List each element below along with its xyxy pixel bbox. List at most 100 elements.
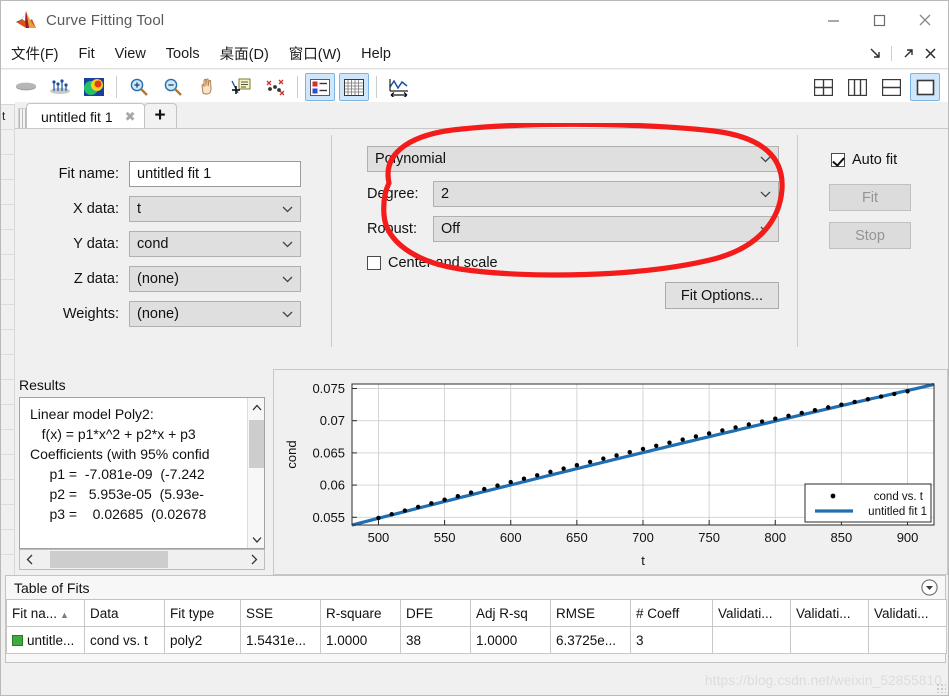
x-data-select[interactable]: t [129, 196, 301, 222]
grid-toggle-icon[interactable] [339, 73, 369, 101]
scroll-left-icon[interactable] [20, 550, 39, 569]
column-header[interactable]: SSE [240, 599, 321, 627]
table-row[interactable]: untitle... cond vs. t poly2 1.5431e... 1.000… [6, 626, 947, 654]
scroll-down-icon[interactable] [248, 530, 264, 548]
curve-fitting-tool-window: Curve Fitting Tool 文件(F) Fit View Tools … [0, 0, 949, 696]
data-point [402, 508, 408, 513]
column-header[interactable]: # Coeff [630, 599, 713, 627]
table-cell[interactable]: 38 [400, 626, 471, 654]
chevron-down-icon [760, 221, 771, 237]
menu-help[interactable]: Help [351, 44, 401, 64]
layout-single-pane-icon[interactable] [910, 73, 940, 101]
hscroll-track[interactable] [39, 550, 245, 569]
tab-close-icon[interactable]: ✖ [125, 110, 136, 123]
results-vertical-scrollbar[interactable] [247, 398, 264, 548]
column-header[interactable]: R-square [320, 599, 401, 627]
data-cursor-icon[interactable] [226, 73, 256, 101]
dock-arrow-icon[interactable] [865, 43, 885, 65]
add-fit-tab-button[interactable]: + [143, 103, 177, 129]
x-tick-label: 500 [368, 530, 390, 545]
scroll-up-icon[interactable] [248, 398, 264, 416]
stop-button[interactable]: Stop [829, 222, 911, 249]
column-header[interactable]: Fit na... ▲ [6, 599, 85, 627]
checkbox-box [367, 256, 381, 270]
layout-two-column-icon[interactable] [842, 73, 872, 101]
residuals-plot-icon[interactable] [45, 73, 75, 101]
column-header[interactable]: DFE [400, 599, 471, 627]
fit-name-input[interactable]: untitled fit 1 [129, 161, 301, 187]
menu-view[interactable]: View [105, 44, 156, 64]
layout-two-row-icon[interactable] [876, 73, 906, 101]
table-cell[interactable]: 1.5431e... [240, 626, 321, 654]
table-header-row[interactable]: Fit na... ▲ Data Fit type SSE R-square DFE Adj … [6, 599, 947, 627]
fit-plot[interactable]: 500 550 600 650 700 750 800 850 900 0.055 0.06 0.06… [274, 370, 947, 574]
close-panel-icon[interactable] [920, 43, 940, 65]
tab-untitled-fit-1[interactable]: untitled fit 1 ✖ [26, 103, 145, 129]
weights-select[interactable]: (none) [129, 301, 301, 327]
minimize-icon[interactable] [810, 1, 856, 39]
column-header[interactable]: RMSE [550, 599, 631, 627]
column-header[interactable]: Validati... [868, 599, 947, 627]
hscrollbar-thumb[interactable] [50, 551, 168, 568]
legend-toggle-icon[interactable] [305, 73, 335, 101]
auto-fit-checkbox[interactable]: Auto fit [831, 152, 897, 168]
y-tick-label: 0.055 [312, 510, 345, 525]
menu-desktop[interactable]: 桌面(D) [210, 41, 279, 66]
y-data-value: cond [137, 236, 169, 252]
fit-model-select[interactable]: Polynomial [367, 146, 779, 172]
column-header[interactable]: Fit type [164, 599, 241, 627]
y-data-row: Y data: cond [23, 231, 301, 257]
table-cell[interactable] [790, 626, 869, 654]
menu-fit[interactable]: Fit [69, 44, 105, 64]
zoom-out-icon[interactable] [158, 73, 188, 101]
table-cell[interactable]: untitle... [6, 626, 85, 654]
maximize-icon[interactable] [856, 1, 902, 39]
z-data-select[interactable]: (none) [129, 266, 301, 292]
column-header[interactable]: Adj R-sq [470, 599, 551, 627]
pan-icon[interactable] [192, 73, 222, 101]
fit-plot-panel[interactable]: 500 550 600 650 700 750 800 850 900 0.055 0.06 0.06… [273, 369, 948, 575]
fit-button[interactable]: Fit [829, 184, 911, 211]
left-docked-strip[interactable]: t [1, 105, 15, 575]
table-cell[interactable]: 6.3725e... [550, 626, 631, 654]
scrollbar-thumb[interactable] [249, 420, 264, 468]
data-point [706, 431, 712, 436]
table-cell[interactable]: 3 [630, 626, 713, 654]
table-cell[interactable]: 1.0000 [320, 626, 401, 654]
data-point [482, 486, 487, 492]
column-header[interactable]: Validati... [712, 599, 791, 627]
robust-select[interactable]: Off [433, 216, 779, 242]
axis-limits-icon[interactable] [384, 73, 414, 101]
table-cell[interactable]: poly2 [164, 626, 241, 654]
close-icon[interactable] [902, 1, 948, 39]
table-of-fits-panel: Table of Fits Fit na... ▲ Data Fit type SSE R… [5, 575, 947, 663]
undock-arrow-icon[interactable] [898, 43, 918, 65]
results-textbox[interactable]: Linear model Poly2: f(x) = p1*x^2 + p2*x… [19, 397, 265, 549]
menu-tools[interactable]: Tools [156, 44, 210, 64]
scroll-right-icon[interactable] [245, 550, 264, 569]
data-point [746, 422, 752, 427]
surface-plot-icon[interactable] [11, 73, 41, 101]
table-cell[interactable]: cond vs. t [84, 626, 165, 654]
contour-plot-icon[interactable] [79, 73, 109, 101]
table-cell[interactable] [868, 626, 947, 654]
center-and-scale-checkbox[interactable]: Center and scale [367, 255, 498, 271]
degree-select[interactable]: 2 [433, 181, 779, 207]
y-data-select[interactable]: cond [129, 231, 301, 257]
menu-file[interactable]: 文件(F) [1, 41, 69, 66]
table-of-fits[interactable]: Fit na... ▲ Data Fit type SSE R-square DFE Adj … [6, 599, 947, 654]
x-tick-label: 550 [434, 530, 456, 545]
collapse-down-icon[interactable] [921, 579, 938, 596]
window-resize-grip[interactable] [936, 683, 946, 693]
table-cell[interactable]: 1.0000 [470, 626, 551, 654]
column-header[interactable]: Data [84, 599, 165, 627]
zoom-in-icon[interactable] [124, 73, 154, 101]
results-horizontal-scrollbar[interactable] [19, 549, 265, 570]
fit-options-button[interactable]: Fit Options... [665, 282, 779, 309]
table-cell[interactable] [712, 626, 791, 654]
menu-bar: 文件(F) Fit View Tools 桌面(D) 窗口(W) Help [1, 39, 948, 69]
column-header[interactable]: Validati... [790, 599, 869, 627]
menu-window[interactable]: 窗口(W) [279, 41, 351, 66]
layout-four-pane-icon[interactable] [808, 73, 838, 101]
exclude-outliers-icon[interactable] [260, 73, 290, 101]
